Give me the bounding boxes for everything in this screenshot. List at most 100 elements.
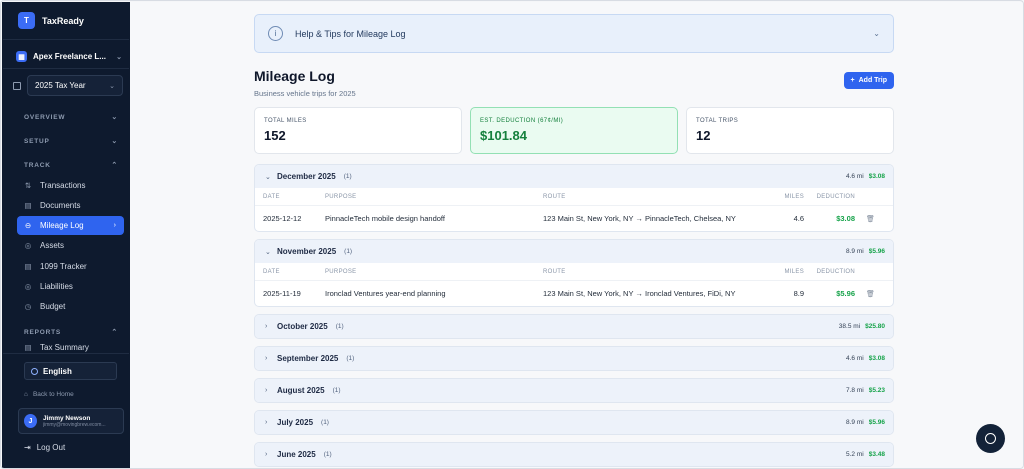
page-title: Mileage Log [254, 68, 335, 84]
section-label: TRACK [24, 161, 51, 169]
logout-icon: ⇥ [24, 443, 31, 452]
trip-route: 123 Main St, New York, NY → PinnacleTech… [543, 214, 736, 223]
page-container: i Help & Tips for Mileage Log ⌄ Mileage … [254, 14, 894, 467]
trip-miles: 4.6 [793, 214, 804, 223]
trip-count: (1) [343, 173, 352, 180]
trash-icon[interactable]: 🗑 [866, 290, 875, 298]
trip-purpose: Ironclad Ventures year-end planning [325, 289, 446, 298]
sidebar-item-budget[interactable]: ◷ Budget [17, 297, 124, 316]
section-reports[interactable]: REPORTS ⌃ [24, 328, 118, 337]
budget-icon: ◷ [24, 302, 32, 311]
sidebar-item-transactions[interactable]: ⇅ Transactions [17, 176, 124, 195]
month-label: September 2025 [277, 354, 339, 363]
logout-button[interactable]: ⇥ Log Out [24, 443, 65, 452]
stat-label: TOTAL MILES [264, 118, 307, 124]
divider [3, 353, 129, 354]
chevron-right-icon: › [113, 222, 116, 229]
month-group-header[interactable]: › September 2025 (1) 4.6 mi $3.08 [255, 347, 893, 370]
month-miles: 38.5 mi [838, 323, 861, 330]
month-label: October 2025 [277, 322, 328, 331]
trip-route: 123 Main St, New York, NY → Ironclad Ven… [543, 289, 736, 298]
add-trip-button[interactable]: + Add Trip [843, 72, 894, 89]
month-group-header[interactable]: ⌄ November 2025 (1) 8.9 mi $5.96 [255, 240, 893, 263]
trip-date: 2025-12-12 [263, 214, 302, 223]
tax-year-select[interactable]: 2025 Tax Year ⌄ [27, 75, 123, 96]
sidebar-item-mileage-log[interactable]: ⊖ Mileage Log › [17, 216, 124, 235]
month-miles: 8.9 mi [846, 419, 864, 426]
month-deduction: $3.08 [868, 173, 885, 180]
sidebar-item-label: Documents [40, 201, 81, 210]
section-overview[interactable]: OVERVIEW ⌄ [24, 113, 118, 122]
home-icon: ⌂ [24, 391, 28, 398]
chevron-right-icon: › [265, 323, 268, 330]
trip-deduction: $5.96 [836, 289, 855, 298]
table-row[interactable]: 2025-11-19 Ironclad Ventures year-end pl… [255, 281, 893, 306]
section-label: SETUP [24, 137, 50, 145]
section-track[interactable]: TRACK ⌃ [24, 161, 118, 170]
user-card[interactable]: J Jimmy Newson jimmy@movingbrew.ecom... [18, 408, 124, 434]
chevron-up-icon: ⌃ [111, 329, 118, 336]
month-group-august-2025: › August 2025 (1) 7.8 mi $5.23 [254, 378, 894, 403]
chevron-down-icon: ⌄ [265, 173, 271, 181]
info-icon: i [268, 26, 283, 41]
month-miles: 7.8 mi [846, 387, 864, 394]
col-route: ROUTE [543, 268, 566, 275]
sidebar-item-liabilities[interactable]: ◎ Liabilities [17, 277, 124, 296]
month-group-header[interactable]: › October 2025 (1) 38.5 mi $25.80 [255, 315, 893, 338]
chat-button[interactable] [976, 424, 1005, 453]
sidebar-item-1099-tracker[interactable]: ▤ 1099 Tracker [17, 257, 124, 276]
month-group-july-2025: › July 2025 (1) 8.9 mi $5.96 [254, 410, 894, 435]
month-group-december-2025: ⌄ December 2025 (1) 4.6 mi $3.08 DATE PU… [254, 164, 894, 232]
sidebar-item-documents[interactable]: ▤ Documents [17, 196, 124, 215]
divider [3, 68, 129, 69]
org-switcher[interactable]: ▦ Apex Freelance L... ⌄ [16, 48, 122, 65]
month-miles: 4.6 mi [846, 355, 864, 362]
month-miles: 8.9 mi [846, 248, 864, 255]
month-deduction: $5.23 [868, 387, 885, 394]
stats-row: TOTAL MILES 152 EST. DEDUCTION (67¢/MI) … [254, 107, 894, 154]
month-group-header[interactable]: › August 2025 (1) 7.8 mi $5.23 [255, 379, 893, 402]
language-button[interactable]: English [24, 362, 117, 380]
month-label: July 2025 [277, 418, 314, 427]
chevron-right-icon: › [265, 451, 268, 458]
stat-value: 152 [264, 128, 286, 143]
logout-label: Log Out [36, 443, 66, 452]
sidebar-item-tax-summary[interactable]: ▤ Tax Summary [17, 343, 124, 353]
back-to-home-link[interactable]: ⌂ Back to Home [24, 391, 74, 398]
stat-est-deduction: EST. DEDUCTION (67¢/MI) $101.84 [470, 107, 678, 154]
table-row[interactable]: 2025-12-12 PinnacleTech mobile design ha… [255, 206, 893, 231]
month-group-header[interactable]: ⌄ December 2025 (1) 4.6 mi $3.08 [255, 165, 893, 188]
trip-count: (1) [332, 387, 341, 394]
stat-total-miles: TOTAL MILES 152 [254, 107, 462, 154]
chat-bubble-icon [985, 433, 996, 444]
help-tips-panel[interactable]: i Help & Tips for Mileage Log ⌄ [254, 14, 894, 53]
stat-value: $101.84 [480, 128, 527, 143]
transactions-icon: ⇅ [24, 181, 32, 190]
table-header: DATE PURPOSE ROUTE MILES DEDUCTION [255, 263, 893, 281]
col-purpose: PURPOSE [325, 193, 357, 200]
trip-purpose: PinnacleTech mobile design handoff [325, 214, 445, 223]
col-date: DATE [263, 268, 280, 275]
month-group-header[interactable]: › July 2025 (1) 8.9 mi $5.96 [255, 411, 893, 434]
sidebar-item-assets[interactable]: ◎ Assets [17, 236, 124, 255]
sidebar-item-label: Liabilities [40, 282, 73, 291]
trash-icon[interactable]: 🗑 [866, 215, 875, 223]
section-label: REPORTS [24, 328, 62, 336]
chevron-down-icon: ⌄ [116, 53, 122, 61]
month-label: August 2025 [277, 386, 325, 395]
section-setup[interactable]: SETUP ⌄ [24, 137, 118, 146]
col-deduction: DEDUCTION [816, 268, 855, 275]
brand[interactable]: T TaxReady [18, 12, 84, 29]
col-miles: MILES [784, 268, 804, 275]
month-label: November 2025 [277, 247, 337, 256]
chevron-down-icon: ⌄ [109, 82, 115, 90]
trip-miles: 8.9 [793, 289, 804, 298]
page-subtitle: Business vehicle trips for 2025 [254, 89, 356, 98]
chevron-right-icon: › [265, 355, 268, 362]
sidebar-item-label: Budget [40, 302, 66, 311]
tracker-icon: ▤ [24, 262, 32, 271]
plus-icon: + [850, 77, 855, 84]
sidebar-item-label: 1099 Tracker [40, 262, 87, 271]
liabilities-icon: ◎ [24, 282, 32, 291]
month-group-header[interactable]: › June 2025 (1) 5.2 mi $3.48 [255, 443, 893, 466]
